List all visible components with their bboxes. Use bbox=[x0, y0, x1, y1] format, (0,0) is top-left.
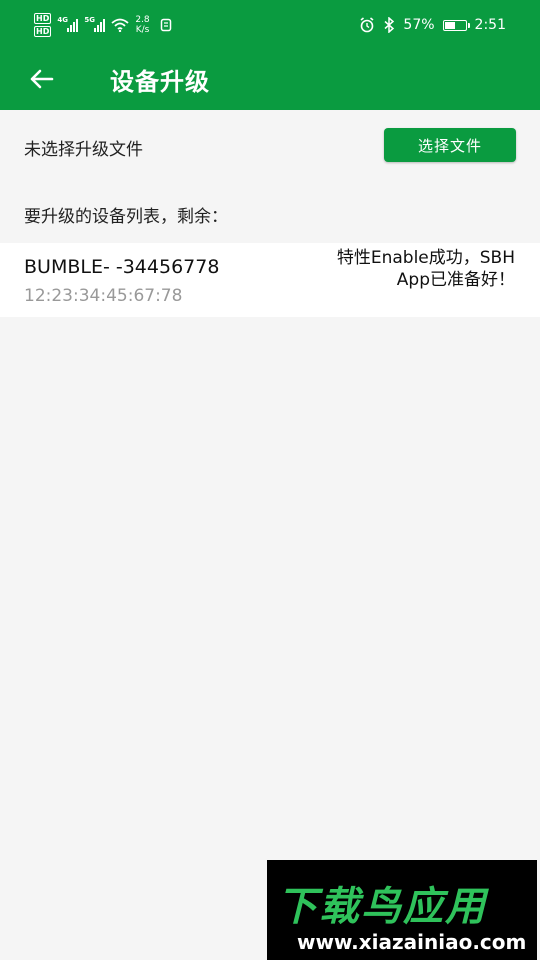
hd-badge: HD bbox=[34, 13, 52, 24]
watermark-logo: 下载鸟应用 bbox=[277, 884, 487, 930]
file-status-text: 未选择升级文件 bbox=[24, 140, 143, 160]
speed-value: 2.8 bbox=[135, 15, 150, 25]
alarm-icon bbox=[360, 17, 374, 33]
list-item[interactable]: BUMBLE- -34456778 12:23:34:45:67:78 特性En… bbox=[0, 243, 540, 317]
signal-icon: 5G bbox=[84, 16, 106, 32]
network-type-label: 5G bbox=[84, 16, 95, 24]
device-mac-address: 12:23:34:45:67:78 bbox=[24, 286, 183, 306]
nfc-icon bbox=[160, 18, 171, 32]
battery-icon bbox=[442, 19, 470, 31]
wifi-icon bbox=[111, 18, 129, 32]
network-type-label: 4G bbox=[57, 16, 68, 24]
signal-icon: 4G bbox=[57, 16, 79, 32]
hd-indicators: HD HD bbox=[34, 13, 52, 37]
network-speed: 2.8 K/s bbox=[135, 15, 149, 35]
watermark-url: www.xiazainiao.com bbox=[297, 930, 527, 954]
device-status: 特性Enable成功，SBH App已准备好！ bbox=[336, 248, 515, 290]
status-bar: HD HD 4G 5G 2.8 K/s 57% 2:51 bbox=[0, 0, 540, 48]
file-selection-row: 未选择升级文件 选择文件 bbox=[0, 110, 540, 184]
back-arrow-icon[interactable] bbox=[28, 65, 56, 93]
bluetooth-icon bbox=[384, 17, 395, 33]
speed-unit: K/s bbox=[135, 25, 150, 35]
device-name: BUMBLE- -34456778 bbox=[24, 256, 220, 278]
clock: 2:51 bbox=[474, 17, 506, 33]
watermark: 下载鸟应用 www.xiazainiao.com bbox=[267, 860, 537, 960]
status-bar-left: HD HD 4G 5G 2.8 K/s bbox=[34, 11, 172, 39]
battery-percent: 57% bbox=[403, 17, 435, 33]
battery-fill bbox=[444, 21, 456, 29]
choose-file-button[interactable]: 选择文件 bbox=[384, 128, 516, 162]
hd-badge: HD bbox=[34, 26, 52, 37]
status-bar-right: 57% 2:51 bbox=[359, 12, 506, 38]
page-title: 设备升级 bbox=[110, 68, 210, 96]
device-list-label: 要升级的设备列表，剩余： bbox=[24, 207, 228, 227]
app-bar: 设备升级 bbox=[0, 48, 540, 110]
